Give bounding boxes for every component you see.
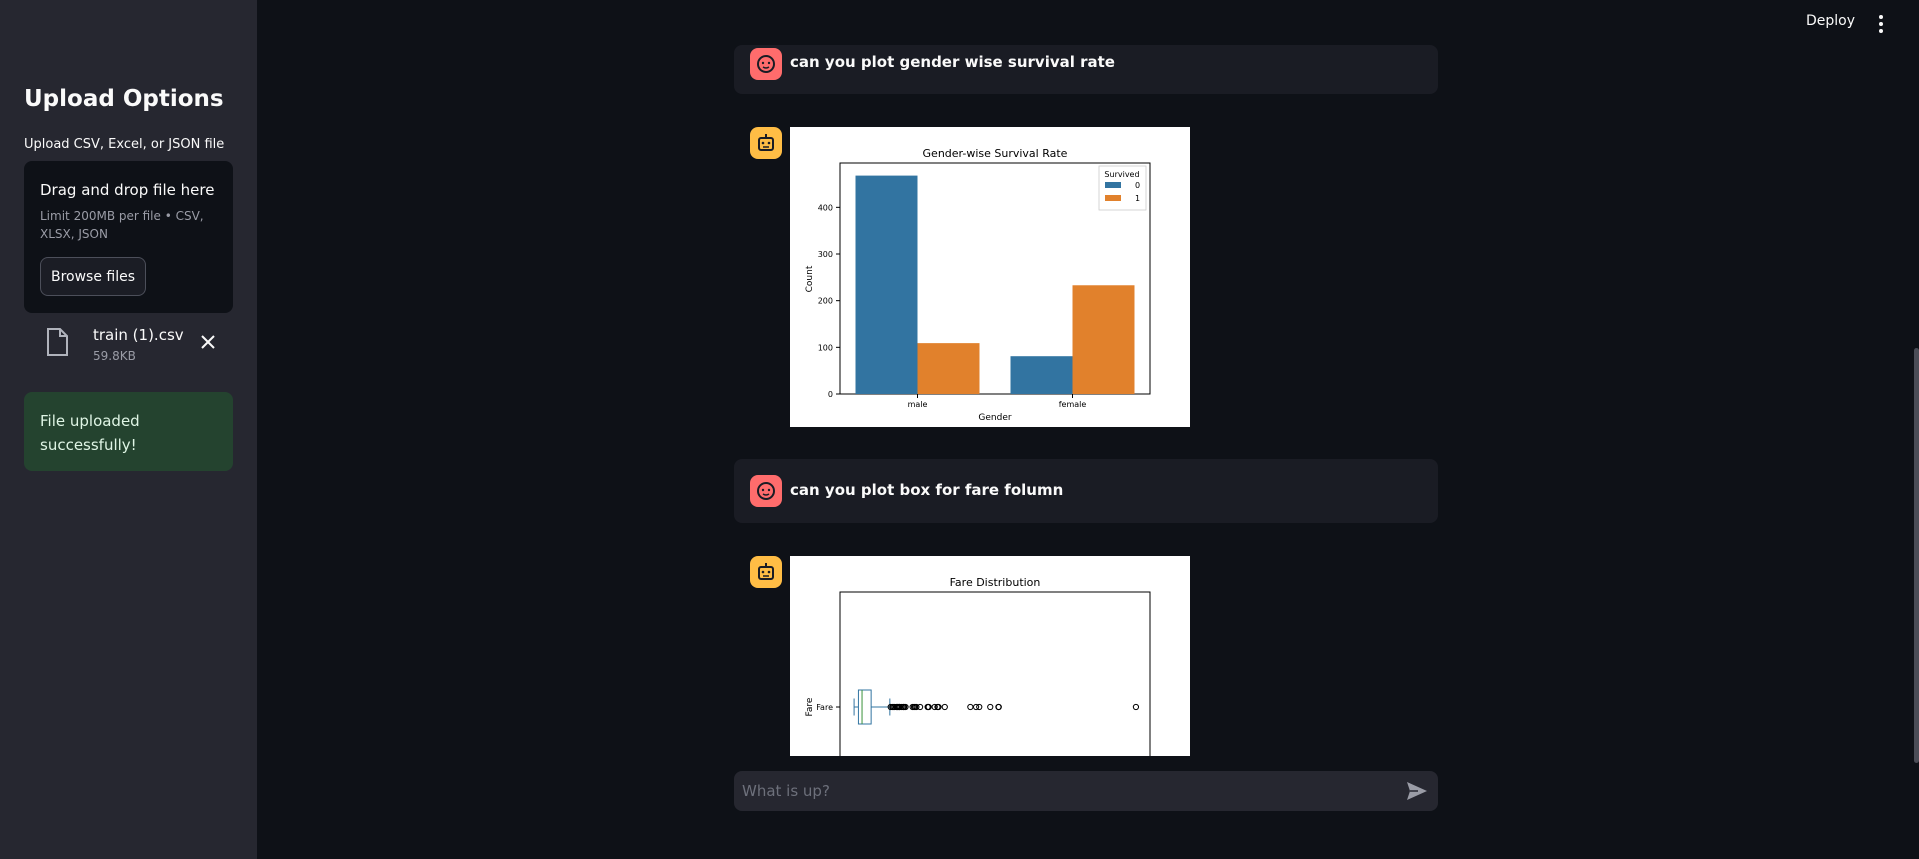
outlier-point (976, 703, 983, 711)
user-avatar (750, 475, 782, 507)
outlier-point (1132, 703, 1140, 711)
file-icon (47, 328, 68, 356)
user-face-icon (757, 55, 775, 73)
chat-input-container (734, 771, 1438, 811)
robot-icon (758, 563, 774, 580)
chart-title: Fare Distribution (950, 576, 1041, 589)
dropzone-title: Drag and drop file here (40, 181, 215, 199)
chat-message-user: can you plot gender wise survival rate (734, 45, 1438, 94)
user-face-icon (757, 482, 775, 500)
chat-message-text: can you plot gender wise survival rate (790, 53, 1115, 71)
upload-label: Upload CSV, Excel, or JSON file (24, 137, 225, 152)
robot-icon (758, 134, 774, 151)
x-tick-label: male (908, 400, 928, 409)
y-tick-label: 100 (818, 343, 833, 352)
legend-title: Survived (1104, 170, 1139, 179)
y-tick-label: Fare (816, 703, 833, 712)
deploy-button[interactable]: Deploy (1806, 13, 1855, 29)
outlier-point (967, 703, 974, 711)
y-tick-label: 0 (828, 390, 833, 399)
gender-survival-chart: Gender-wise Survival Rate Gender Count 0… (790, 127, 1190, 427)
y-axis-label: Count (805, 265, 815, 292)
bar-male-survived-1 (917, 343, 980, 394)
sidebar: Upload Options Upload CSV, Excel, or JSO… (0, 0, 257, 859)
bar-chart-svg: Gender-wise Survival Rate Gender Count 0… (805, 147, 1151, 423)
uploaded-file: train (1).csv 59.8KB (24, 322, 233, 368)
fare-boxplot-chart: Fare Distribution Fare Fare (790, 556, 1190, 756)
x-tick-label: female (1059, 400, 1087, 409)
legend-label-1: 1 (1135, 194, 1140, 203)
file-dropzone[interactable]: Drag and drop file here Limit 200MB per … (24, 161, 233, 313)
file-name: train (1).csv (93, 326, 184, 344)
user-avatar (750, 48, 782, 80)
assistant-avatar (750, 556, 782, 588)
browse-files-button[interactable]: Browse files (40, 257, 146, 296)
chat-message-text: can you plot box for fare folumn (790, 481, 1064, 499)
remove-file-icon[interactable] (198, 332, 218, 352)
x-axis-label: Gender (978, 413, 1011, 423)
y-tick-label: 300 (818, 250, 833, 259)
legend-label-0: 0 (1135, 181, 1140, 190)
y-axis-label: Fare (805, 697, 815, 716)
chart-title: Gender-wise Survival Rate (923, 147, 1068, 160)
scrollbar-thumb[interactable] (1914, 348, 1919, 763)
y-tick-label: 200 (818, 297, 833, 306)
assistant-avatar (750, 127, 782, 159)
file-size: 59.8KB (93, 349, 136, 363)
outlier-point (916, 703, 924, 711)
send-icon[interactable] (1406, 781, 1428, 801)
sidebar-title: Upload Options (24, 86, 224, 112)
chat-input[interactable] (742, 771, 1382, 811)
box-iqr (857, 689, 872, 725)
success-message: File uploaded successfully! (40, 412, 140, 454)
outlier-point (941, 703, 948, 711)
success-alert: File uploaded successfully! (24, 392, 233, 471)
dropzone-limit: Limit 200MB per file • CSV, XLSX, JSON (40, 209, 204, 241)
plot-area-frame (839, 591, 1151, 756)
chat-message-user: can you plot box for fare folumn (734, 459, 1438, 523)
bar-male-survived-0 (855, 175, 918, 394)
y-tick-label: 400 (818, 203, 833, 212)
bar-female-survived-1 (1072, 285, 1135, 394)
box-chart-svg: Fare Distribution Fare Fare (805, 576, 1151, 756)
legend-swatch-1 (1105, 195, 1121, 201)
bar-female-survived-0 (1010, 356, 1073, 394)
main-menu-icon[interactable] (1874, 13, 1888, 35)
outlier-point (987, 703, 994, 711)
legend-swatch-0 (1105, 182, 1121, 188)
